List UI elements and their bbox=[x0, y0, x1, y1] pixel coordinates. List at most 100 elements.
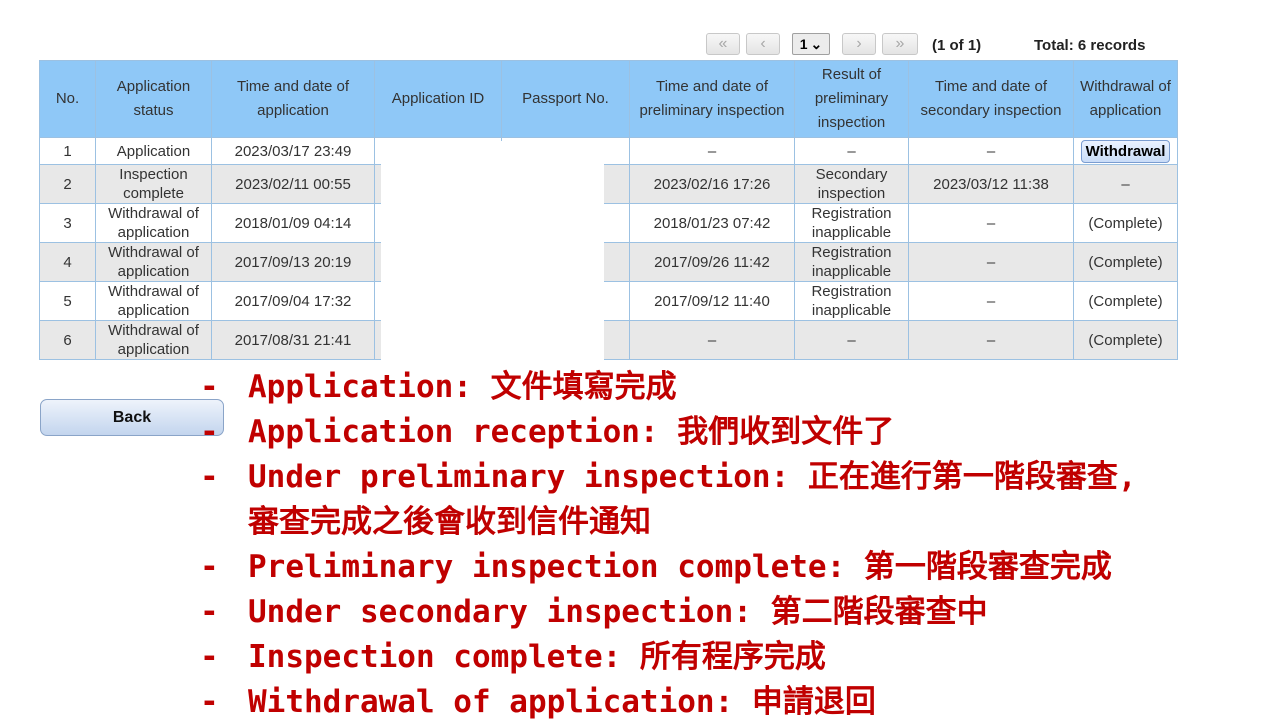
double-chevron-right-icon: » bbox=[895, 35, 905, 52]
redaction-overlay bbox=[381, 141, 604, 360]
cell-no: 5 bbox=[39, 281, 96, 321]
note-dash: - bbox=[200, 414, 219, 450]
cell-withdrawal: Withdrawal bbox=[1073, 137, 1178, 165]
chevron-right-icon: › bbox=[856, 35, 862, 52]
cell-sec-time: – bbox=[908, 320, 1074, 360]
cell-applied: 2018/01/09 04:14 bbox=[211, 203, 375, 243]
note-text: Under secondary inspection: 第二階段審查中 bbox=[248, 594, 988, 630]
cell-withdrawal: – bbox=[1073, 164, 1178, 204]
page-select[interactable]: 1 ⌄ bbox=[792, 33, 830, 55]
note-dash: - bbox=[200, 369, 219, 405]
chevron-left-icon: ‹ bbox=[760, 35, 766, 52]
cell-applied: 2023/03/17 23:49 bbox=[211, 137, 375, 165]
cell-no: 2 bbox=[39, 164, 96, 204]
cell-pre-result: Secondary inspection bbox=[794, 164, 909, 204]
note-item: - Under secondary inspection: 第二階段審查中 bbox=[200, 590, 1137, 635]
table-row: 1 Application 2023/03/17 23:49 – – – Wit… bbox=[39, 137, 1178, 165]
cell-status: Inspection complete bbox=[95, 164, 212, 204]
table-row: 4 Withdrawal of application 2017/09/13 2… bbox=[39, 242, 1178, 282]
note-item: - Inspection complete: 所有程序完成 bbox=[200, 635, 1137, 680]
cell-pre-time: – bbox=[629, 137, 795, 165]
col-header-status: Application status bbox=[95, 60, 212, 138]
note-text-continued: 審查完成之後會收到信件通知 bbox=[248, 504, 651, 540]
table-row: 6 Withdrawal of application 2017/08/31 2… bbox=[39, 320, 1178, 360]
cell-sec-time: – bbox=[908, 242, 1074, 282]
note-text: Application reception: 我們收到文件了 bbox=[248, 414, 895, 450]
next-page-button[interactable]: › bbox=[842, 33, 876, 55]
cell-withdrawal: (Complete) bbox=[1073, 320, 1178, 360]
col-header-no: No. bbox=[39, 60, 96, 138]
note-dash: - bbox=[200, 684, 219, 720]
col-header-pre-result: Result of preliminary inspection bbox=[794, 60, 909, 138]
note-dash: - bbox=[200, 459, 219, 495]
cell-pre-result: – bbox=[794, 320, 909, 360]
note-text: Withdrawal of application: 申請退回 bbox=[248, 684, 876, 720]
col-header-sec-time: Time and date of secondary inspection bbox=[908, 60, 1074, 138]
status-notes: - Application: 文件填寫完成 - Application recept… bbox=[200, 365, 1137, 725]
cell-sec-time: – bbox=[908, 137, 1074, 165]
cell-pre-result: – bbox=[794, 137, 909, 165]
note-text: Preliminary inspection complete: 第一階段審查完… bbox=[248, 549, 1112, 585]
cell-status: Withdrawal of application bbox=[95, 203, 212, 243]
cell-no: 1 bbox=[39, 137, 96, 165]
note-text: Application: 文件填寫完成 bbox=[248, 369, 677, 405]
cell-withdrawal: (Complete) bbox=[1073, 203, 1178, 243]
chevron-down-icon: ⌄ bbox=[810, 35, 823, 52]
cell-pre-time: 2023/02/16 17:26 bbox=[629, 164, 795, 204]
note-item: - Application: 文件填寫完成 bbox=[200, 365, 1137, 410]
col-header-applied: Time and date of application bbox=[211, 60, 375, 138]
withdrawal-button[interactable]: Withdrawal bbox=[1080, 139, 1171, 163]
table-header-row: No. Application status Time and date of … bbox=[39, 60, 1178, 138]
table-row: 2 Inspection complete 2023/02/11 00:55 2… bbox=[39, 164, 1178, 204]
cell-pre-result: Registration inapplicable bbox=[794, 281, 909, 321]
cell-applied: 2023/02/11 00:55 bbox=[211, 164, 375, 204]
note-item: - Under preliminary inspection: 正在進行第一階段審… bbox=[200, 455, 1137, 500]
cell-pre-result: Registration inapplicable bbox=[794, 203, 909, 243]
total-records: Total: 6 records bbox=[1034, 37, 1146, 54]
back-button[interactable]: Back bbox=[40, 399, 224, 436]
cell-sec-time: – bbox=[908, 203, 1074, 243]
table-row: 3 Withdrawal of application 2018/01/09 0… bbox=[39, 203, 1178, 243]
cell-pre-time: 2017/09/26 11:42 bbox=[629, 242, 795, 282]
note-dash: - bbox=[200, 639, 219, 675]
table-row: 5 Withdrawal of application 2017/09/04 1… bbox=[39, 281, 1178, 321]
cell-withdrawal: (Complete) bbox=[1073, 242, 1178, 282]
note-text: Inspection complete: 所有程序完成 bbox=[248, 639, 826, 675]
cell-pre-result: Registration inapplicable bbox=[794, 242, 909, 282]
col-header-pre-time: Time and date of preliminary inspection bbox=[629, 60, 795, 138]
cell-no: 4 bbox=[39, 242, 96, 282]
cell-pre-time: 2018/01/23 07:42 bbox=[629, 203, 795, 243]
col-header-passport: Passport No. bbox=[501, 60, 630, 138]
note-text: Under preliminary inspection: 正在進行第一階段審查… bbox=[248, 459, 1137, 495]
note-dash: - bbox=[200, 594, 219, 630]
note-dash: - bbox=[200, 549, 219, 585]
cell-no: 6 bbox=[39, 320, 96, 360]
note-item: - Preliminary inspection complete: 第一階段審查… bbox=[200, 545, 1137, 590]
cell-applied: 2017/08/31 21:41 bbox=[211, 320, 375, 360]
cell-sec-time: 2023/03/12 11:38 bbox=[908, 164, 1074, 204]
cell-status: Application bbox=[95, 137, 212, 165]
prev-page-button[interactable]: ‹ bbox=[746, 33, 780, 55]
cell-pre-time: 2017/09/12 11:40 bbox=[629, 281, 795, 321]
col-header-withdrawal: Withdrawal of application bbox=[1073, 60, 1178, 138]
cell-sec-time: – bbox=[908, 281, 1074, 321]
cell-pre-time: – bbox=[629, 320, 795, 360]
cell-status: Withdrawal of application bbox=[95, 242, 212, 282]
pagination: « ‹ 1 ⌄ › » bbox=[706, 32, 918, 56]
double-chevron-left-icon: « bbox=[718, 35, 728, 52]
cell-status: Withdrawal of application bbox=[95, 281, 212, 321]
page-select-value: 1 bbox=[799, 36, 808, 52]
note-item: - Application reception: 我們收到文件了 bbox=[200, 410, 1137, 455]
first-page-button[interactable]: « bbox=[706, 33, 740, 55]
note-item-continued: 審查完成之後會收到信件通知 bbox=[200, 500, 1137, 545]
page-info: (1 of 1) bbox=[932, 37, 982, 54]
cell-withdrawal: (Complete) bbox=[1073, 281, 1178, 321]
cell-status: Withdrawal of application bbox=[95, 320, 212, 360]
cell-no: 3 bbox=[39, 203, 96, 243]
application-table: No. Application status Time and date of … bbox=[39, 60, 1178, 360]
note-item: - Withdrawal of application: 申請退回 bbox=[200, 680, 1137, 725]
cell-applied: 2017/09/04 17:32 bbox=[211, 281, 375, 321]
col-header-app-id: Application ID bbox=[374, 60, 502, 138]
cell-applied: 2017/09/13 20:19 bbox=[211, 242, 375, 282]
last-page-button[interactable]: » bbox=[882, 33, 918, 55]
